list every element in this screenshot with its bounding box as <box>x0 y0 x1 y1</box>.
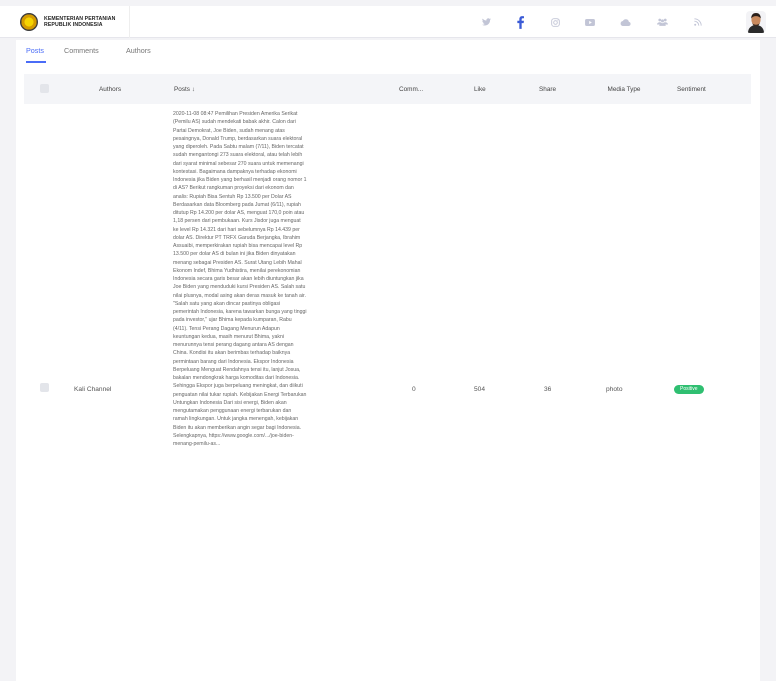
instagram-icon[interactable] <box>545 6 565 38</box>
brand-line-1: KEMENTERIAN PERTANIAN <box>44 15 116 22</box>
user-avatar[interactable] <box>746 11 766 33</box>
ministry-logo <box>20 12 38 31</box>
share-count: 36 <box>544 386 552 393</box>
tab-posts[interactable]: Posts <box>26 46 44 55</box>
brand[interactable]: KEMENTERIAN PERTANIAN REPUBLIK INDONESIA <box>0 5 130 38</box>
column-header-authors[interactable]: Authors <box>99 74 121 104</box>
column-header-media-type[interactable]: Media Type <box>594 74 654 104</box>
column-header-comments[interactable]: Comm... <box>399 74 423 104</box>
tab-comments[interactable]: Comments <box>64 46 99 55</box>
youtube-icon[interactable] <box>580 6 600 38</box>
tab-bar: Posts Comments Authors <box>16 40 760 63</box>
top-navbar: KEMENTERIAN PERTANIAN REPUBLIK INDONESIA <box>0 5 776 38</box>
media-type-value: photo <box>606 386 623 393</box>
column-header-share[interactable]: Share <box>539 74 556 104</box>
select-all-checkbox[interactable] <box>40 84 49 93</box>
table-header: Authors Posts ↓ Comm... Like Share Media… <box>24 74 751 104</box>
cloud-icon[interactable] <box>615 6 635 38</box>
rss-icon[interactable] <box>688 6 708 38</box>
brand-line-2: REPUBLIK INDONESIA <box>44 21 103 28</box>
facebook-icon[interactable] <box>510 6 530 38</box>
active-tab-indicator <box>26 61 46 63</box>
like-count: 504 <box>474 386 486 393</box>
row-checkbox[interactable] <box>40 383 49 392</box>
column-header-posts[interactable]: Posts ↓ <box>174 74 195 104</box>
comments-count: 0 <box>412 386 416 393</box>
column-header-like[interactable]: Like <box>474 74 486 104</box>
group-icon[interactable] <box>652 6 672 38</box>
post-content: 2020-11-08 08:47 Pemilihan Presiden Amer… <box>173 111 307 447</box>
author-cell[interactable]: Kali Channel <box>74 386 111 393</box>
brand-text: KEMENTERIAN PERTANIAN REPUBLIK INDONESIA <box>44 16 115 28</box>
posts-card: Posts Comments Authors Authors Posts ↓ C… <box>16 40 760 681</box>
sentiment-badge: Positive <box>674 385 704 394</box>
column-header-sentiment[interactable]: Sentiment <box>677 74 706 104</box>
twitter-icon[interactable] <box>476 6 496 38</box>
tab-authors[interactable]: Authors <box>126 46 151 55</box>
